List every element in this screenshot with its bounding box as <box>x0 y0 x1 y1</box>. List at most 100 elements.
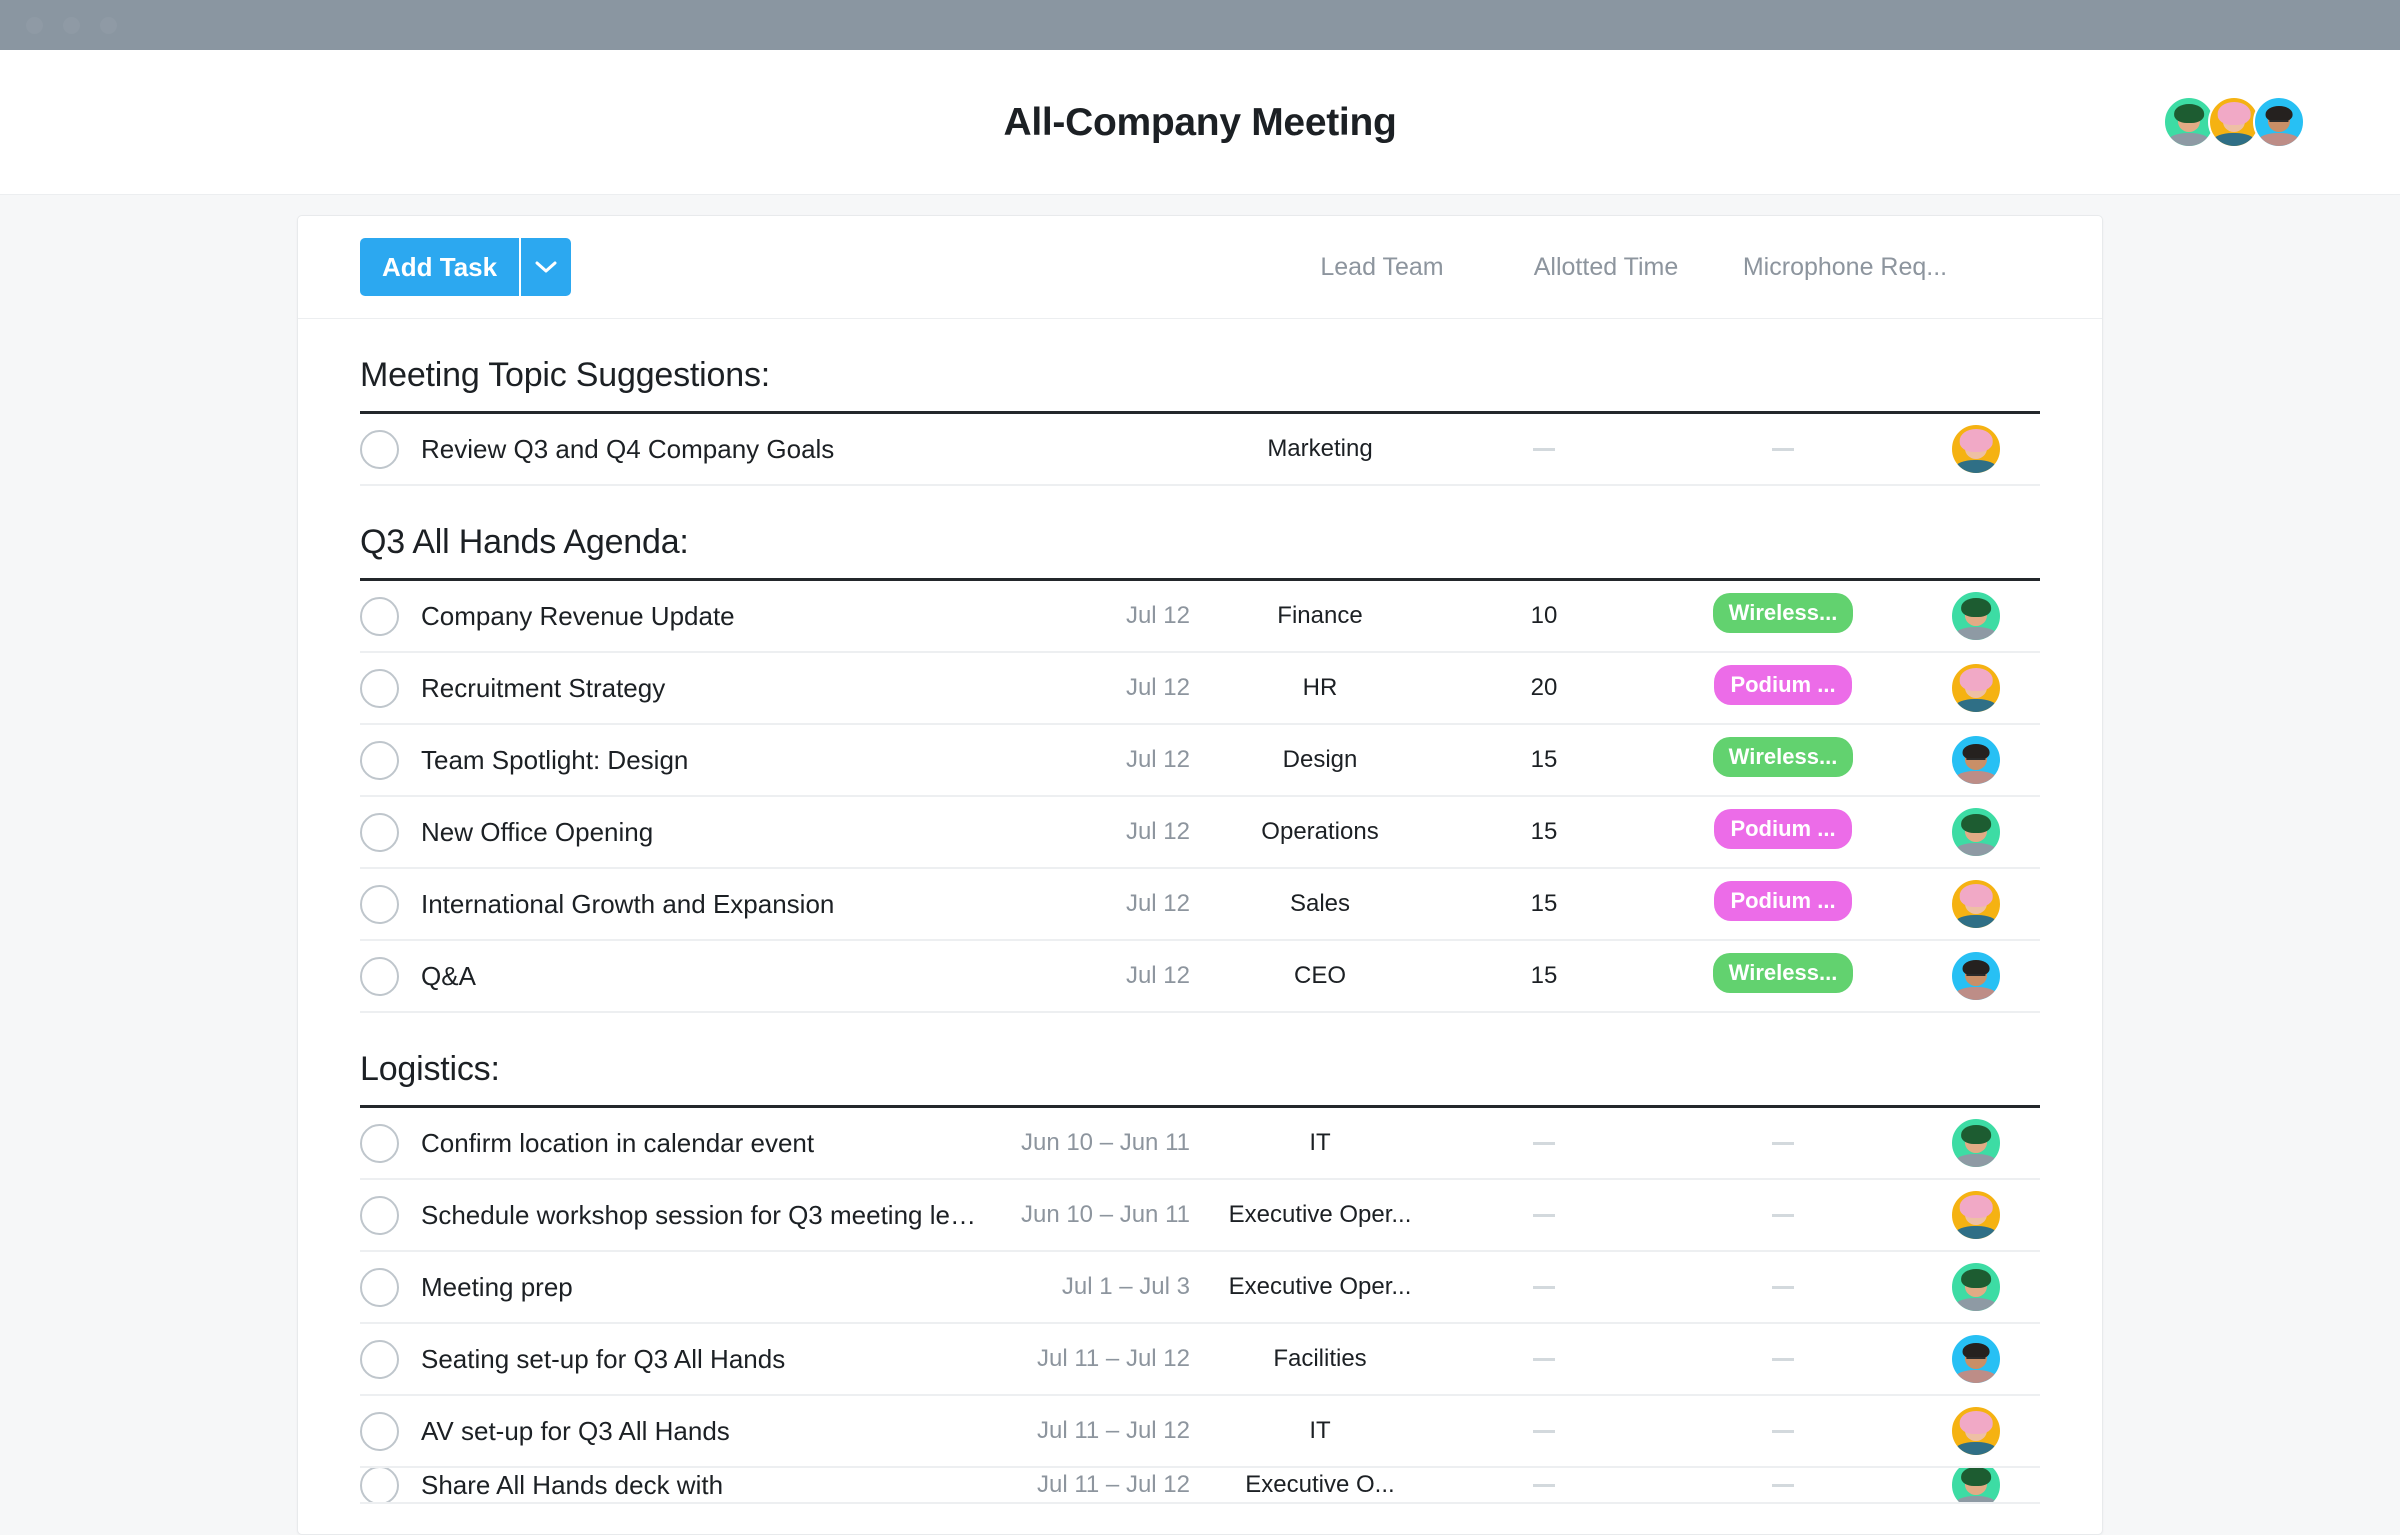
task-allotted-time[interactable] <box>1434 1129 1654 1157</box>
task-allotted-time[interactable]: 20 <box>1434 674 1654 702</box>
task-complete-checkbox[interactable] <box>360 740 399 780</box>
task-complete-checkbox[interactable] <box>360 1123 399 1163</box>
task-assignee[interactable] <box>1912 423 2040 475</box>
task-assignee[interactable] <box>1912 590 2040 642</box>
task-assignee[interactable] <box>1912 878 2040 930</box>
task-allotted-time[interactable] <box>1434 1417 1654 1445</box>
task-microphone[interactable] <box>1654 1129 1912 1157</box>
task-lead-team[interactable]: Finance <box>1206 602 1434 630</box>
add-task-dropdown-button[interactable] <box>519 238 572 296</box>
task-lead-team[interactable]: HR <box>1206 674 1434 702</box>
task-lead-team[interactable]: Marketing <box>1206 435 1434 463</box>
task-name[interactable]: New Office Opening <box>421 817 976 848</box>
avatar-assignee-yellow[interactable] <box>1950 1405 2002 1457</box>
task-allotted-time[interactable] <box>1434 1345 1654 1373</box>
task-row[interactable]: Seating set-up for Q3 All Hands Jul 11 – … <box>360 1324 2040 1396</box>
task-complete-checkbox[interactable] <box>360 956 399 996</box>
column-header-allotted-time[interactable]: Allotted Time <box>1496 253 1716 282</box>
add-task-button[interactable]: Add Task <box>360 238 520 296</box>
task-complete-checkbox[interactable] <box>360 1411 399 1451</box>
task-complete-checkbox[interactable] <box>360 1267 399 1307</box>
task-allotted-time[interactable]: 15 <box>1434 890 1654 918</box>
avatar-assignee-green[interactable] <box>1950 1261 2002 1313</box>
avatar-assignee-green[interactable] <box>1950 806 2002 858</box>
task-lead-team[interactable]: Sales <box>1206 890 1434 918</box>
task-assignee[interactable] <box>1912 1189 2040 1241</box>
task-row[interactable]: Team Spotlight: Design Jul 12 Design 15 Wire… <box>360 725 2040 797</box>
task-complete-checkbox[interactable] <box>360 1339 399 1379</box>
avatar-assignee-yellow[interactable] <box>1950 662 2002 714</box>
avatar-assignee-green[interactable] <box>1950 1468 2002 1502</box>
task-name[interactable]: Team Spotlight: Design <box>421 745 976 776</box>
task-due-date[interactable]: Jul 12 <box>976 890 1206 918</box>
task-microphone[interactable] <box>1654 1273 1912 1301</box>
task-assignee[interactable] <box>1912 1261 2040 1313</box>
task-microphone-pill[interactable]: Podium ... <box>1714 808 1852 849</box>
task-allotted-time[interactable] <box>1434 1471 1654 1499</box>
column-header-microphone[interactable]: Microphone Req... <box>1716 253 1974 282</box>
maximize-icon[interactable] <box>100 17 117 34</box>
task-name[interactable]: Recruitment Strategy <box>421 673 976 704</box>
task-assignee[interactable] <box>1912 1333 2040 1385</box>
task-microphone[interactable]: Wireless... <box>1654 592 1912 640</box>
task-microphone[interactable]: Podium ... <box>1654 880 1912 928</box>
task-row[interactable]: Confirm location in calendar event Jun 10… <box>360 1108 2040 1180</box>
task-complete-checkbox[interactable] <box>360 429 399 469</box>
column-header-lead-team[interactable]: Lead Team <box>1268 253 1496 282</box>
task-due-date[interactable]: Jul 11 – Jul 12 <box>976 1471 1206 1499</box>
task-microphone-pill[interactable]: Wireless... <box>1712 952 1854 993</box>
task-due-date[interactable]: Jul 12 <box>976 746 1206 774</box>
task-assignee[interactable] <box>1912 806 2040 858</box>
task-microphone[interactable] <box>1654 1471 1912 1499</box>
section-title[interactable]: Q3 All Hands Agenda: <box>360 486 2040 578</box>
task-microphone[interactable]: Wireless... <box>1654 952 1912 1000</box>
task-name[interactable]: Schedule workshop session for Q3 meeting… <box>421 1200 976 1231</box>
task-name[interactable]: Meeting prep <box>421 1272 976 1303</box>
task-due-date[interactable]: Jun 10 – Jun 11 <box>976 1129 1206 1157</box>
task-complete-checkbox[interactable] <box>360 1195 399 1235</box>
task-lead-team[interactable]: Facilities <box>1206 1345 1434 1373</box>
task-name[interactable]: Company Revenue Update <box>421 601 976 632</box>
task-allotted-time[interactable] <box>1434 1273 1654 1301</box>
task-row[interactable]: AV set-up for Q3 All Hands Jul 11 – Jul 1… <box>360 1396 2040 1468</box>
task-complete-checkbox[interactable] <box>360 1468 399 1502</box>
task-due-date[interactable]: Jul 11 – Jul 12 <box>976 1345 1206 1373</box>
task-lead-team[interactable]: IT <box>1206 1129 1434 1157</box>
avatar-assignee-yellow[interactable] <box>1950 878 2002 930</box>
task-complete-checkbox[interactable] <box>360 812 399 852</box>
task-name[interactable]: AV set-up for Q3 All Hands <box>421 1416 976 1447</box>
task-row[interactable]: Schedule workshop session for Q3 meeting… <box>360 1180 2040 1252</box>
task-complete-checkbox[interactable] <box>360 668 399 708</box>
close-icon[interactable] <box>26 17 43 34</box>
task-name[interactable]: Review Q3 and Q4 Company Goals <box>421 434 976 465</box>
task-lead-team[interactable]: Executive Oper... <box>1206 1273 1434 1301</box>
add-task-group[interactable]: Add Task <box>360 238 572 296</box>
task-complete-checkbox[interactable] <box>360 596 399 636</box>
avatar-assignee-cyan[interactable] <box>1950 950 2002 1002</box>
task-due-date[interactable]: Jul 12 <box>976 674 1206 702</box>
avatar-member-cyan[interactable] <box>2253 96 2305 148</box>
task-lead-team[interactable]: CEO <box>1206 962 1434 990</box>
task-lead-team[interactable]: Executive O... <box>1206 1471 1434 1499</box>
avatar-assignee-green[interactable] <box>1950 1117 2002 1169</box>
member-avatar-stack[interactable] <box>2163 96 2305 148</box>
avatar-assignee-cyan[interactable] <box>1950 734 2002 786</box>
task-assignee[interactable] <box>1912 734 2040 786</box>
task-due-date[interactable]: Jul 11 – Jul 12 <box>976 1417 1206 1445</box>
task-microphone-pill[interactable]: Podium ... <box>1714 880 1852 921</box>
task-microphone[interactable] <box>1654 1345 1912 1373</box>
task-assignee[interactable] <box>1912 1468 2040 1502</box>
task-allotted-time[interactable] <box>1434 435 1654 463</box>
minimize-icon[interactable] <box>63 17 80 34</box>
task-row[interactable]: Review Q3 and Q4 Company Goals Marketing <box>360 414 2040 486</box>
task-microphone-pill[interactable]: Wireless... <box>1712 736 1854 777</box>
task-row[interactable]: Recruitment Strategy Jul 12 HR 20 Podium ... <box>360 653 2040 725</box>
task-assignee[interactable] <box>1912 662 2040 714</box>
task-due-date[interactable]: Jul 12 <box>976 962 1206 990</box>
task-row[interactable]: International Growth and Expansion Jul 12… <box>360 869 2040 941</box>
task-name[interactable]: International Growth and Expansion <box>421 889 976 920</box>
task-microphone-pill[interactable]: Podium ... <box>1714 664 1852 705</box>
avatar-assignee-cyan[interactable] <box>1950 1333 2002 1385</box>
avatar-assignee-green[interactable] <box>1950 590 2002 642</box>
task-name[interactable]: Confirm location in calendar event <box>421 1128 976 1159</box>
